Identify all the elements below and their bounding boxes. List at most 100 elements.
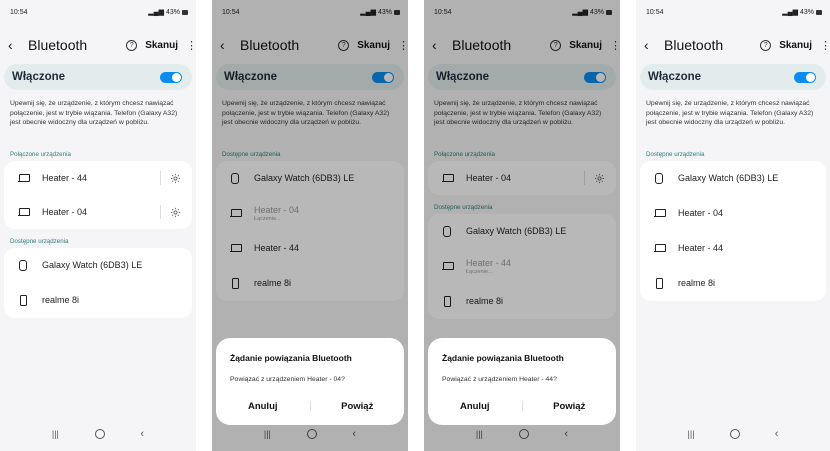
help-icon[interactable]: ? <box>760 39 772 51</box>
battery-icon <box>816 9 822 15</box>
device-row[interactable]: Heater - 04 Łączenie... <box>216 196 404 230</box>
toggle-label: Włączone <box>648 71 702 83</box>
dialog-title: Żądanie powiązania Bluetooth <box>442 353 564 363</box>
help-icon[interactable]: ? <box>338 39 350 51</box>
back-arrow-icon[interactable]: ‹ <box>8 37 22 53</box>
cancel-button[interactable]: Anuluj <box>216 401 310 412</box>
bluetooth-switch[interactable] <box>372 71 394 83</box>
page-title: Bluetooth <box>452 37 512 53</box>
battery-level: 43% <box>799 8 814 16</box>
pairing-request-dialog: Żądanie powiązania Bluetooth Powiązać z … <box>216 338 404 425</box>
device-name: Heater - 04 <box>254 204 300 215</box>
system-nav-bar: ||| ‹ <box>0 427 196 441</box>
dialog-message: Powiązać z urządzeniem Heater - 04? <box>230 376 345 383</box>
laptop-icon <box>652 241 666 255</box>
device-row[interactable]: Heater - 04 <box>4 195 192 229</box>
pairing-description: Upewnij się, że urządzenie, z którym chc… <box>10 100 178 127</box>
help-icon[interactable]: ? <box>126 39 138 51</box>
laptop-icon <box>16 205 30 219</box>
pair-button[interactable]: Powiąż <box>311 401 405 412</box>
device-name: realme 8i <box>466 296 504 306</box>
gear-icon[interactable] <box>168 205 182 219</box>
device-row[interactable]: realme 8i <box>640 266 826 300</box>
nav-back-icon[interactable]: ‹ <box>140 428 144 440</box>
gear-icon[interactable] <box>592 171 606 185</box>
nav-back-icon[interactable]: ‹ <box>775 428 779 440</box>
nav-back-icon[interactable]: ‹ <box>352 428 356 440</box>
recents-icon[interactable]: ||| <box>476 429 483 439</box>
dialog-buttons: Anuluj Powiąż <box>216 396 404 416</box>
device-row[interactable]: Heater - 04 <box>428 161 616 195</box>
status-bar: 10:54 ▂▄▆ 43% <box>222 6 400 18</box>
home-icon[interactable] <box>306 429 317 439</box>
laptop-icon <box>16 171 30 185</box>
scan-button[interactable]: Skanuj <box>145 40 178 51</box>
toggle-label: Włączone <box>436 71 490 83</box>
pair-button[interactable]: Powiąż <box>523 401 617 412</box>
bluetooth-switch[interactable] <box>794 71 816 83</box>
battery-level: 43% <box>589 8 604 16</box>
recents-icon[interactable]: ||| <box>688 429 695 439</box>
phone-icon <box>440 294 454 308</box>
status-time: 10:54 <box>434 8 452 16</box>
phone-icon <box>652 276 666 290</box>
device-name: Heater - 04 <box>466 173 512 183</box>
device-row[interactable]: Galaxy Watch (6DB3) LE <box>428 214 616 248</box>
help-icon[interactable]: ? <box>550 39 562 51</box>
status-icons: ▂▄▆ 43% <box>782 8 822 16</box>
toggle-label: Włączone <box>12 71 66 83</box>
bluetooth-toggle-row[interactable]: Włączone <box>4 64 192 90</box>
back-arrow-icon[interactable]: ‹ <box>644 37 658 53</box>
status-time: 10:54 <box>646 8 664 16</box>
more-options-icon[interactable]: ⋮ <box>610 39 620 52</box>
scan-button[interactable]: Skanuj <box>569 40 602 51</box>
battery-level: 43% <box>377 8 392 16</box>
bluetooth-switch[interactable] <box>160 71 182 83</box>
scan-button[interactable]: Skanuj <box>779 40 812 51</box>
page-title: Bluetooth <box>240 37 300 53</box>
home-icon[interactable] <box>94 429 105 439</box>
gear-icon[interactable] <box>168 171 182 185</box>
device-row[interactable]: Heater - 44 <box>216 231 404 265</box>
system-nav-bar: ||| ‹ <box>424 427 620 441</box>
battery-icon <box>606 9 612 15</box>
device-row[interactable]: realme 8i <box>428 284 616 318</box>
scan-button[interactable]: Skanuj <box>357 40 390 51</box>
available-devices-card: Galaxy Watch (6DB3) LE Heater - 04 Łącze… <box>216 161 404 301</box>
device-row[interactable]: Galaxy Watch (6DB3) LE <box>4 248 192 282</box>
signal-icon: ▂▄▆ <box>148 9 164 16</box>
laptop-icon <box>228 241 242 255</box>
nav-back-icon[interactable]: ‹ <box>564 428 568 440</box>
bluetooth-toggle-row[interactable]: Włączone <box>216 64 404 90</box>
more-options-icon[interactable]: ⋮ <box>820 39 830 52</box>
recents-icon[interactable]: ||| <box>52 429 59 439</box>
back-arrow-icon[interactable]: ‹ <box>220 37 234 53</box>
dialog-buttons: Anuluj Powiąż <box>428 396 616 416</box>
device-row[interactable]: Heater - 04 <box>640 196 826 230</box>
device-row[interactable]: Heater - 44 <box>4 161 192 195</box>
status-bar: 10:54 ▂▄▆ 43% <box>10 6 188 18</box>
back-arrow-icon[interactable]: ‹ <box>432 37 446 53</box>
bluetooth-toggle-row[interactable]: Włączone <box>428 64 616 90</box>
home-icon[interactable] <box>729 429 740 439</box>
status-icons: ▂▄▆ 43% <box>148 8 188 16</box>
divider <box>160 205 161 219</box>
device-row[interactable]: Heater - 44 Łączenie... <box>428 249 616 283</box>
device-name: Heater - 44 <box>42 173 88 183</box>
recents-icon[interactable]: ||| <box>264 429 271 439</box>
divider <box>584 171 585 185</box>
bluetooth-switch[interactable] <box>584 71 606 83</box>
device-row[interactable]: Galaxy Watch (6DB3) LE <box>216 161 404 195</box>
device-row[interactable]: realme 8i <box>4 283 192 317</box>
bluetooth-toggle-row[interactable]: Włączone <box>640 64 826 90</box>
home-icon[interactable] <box>518 429 529 439</box>
device-row[interactable]: Galaxy Watch (6DB3) LE <box>640 161 826 195</box>
signal-icon: ▂▄▆ <box>782 9 798 16</box>
more-options-icon[interactable]: ⋮ <box>398 39 408 52</box>
device-row[interactable]: Heater - 44 <box>640 231 826 265</box>
more-options-icon[interactable]: ⋮ <box>186 39 196 52</box>
device-row[interactable]: realme 8i <box>216 266 404 300</box>
laptop-icon <box>228 206 242 220</box>
system-nav-bar: ||| ‹ <box>636 427 830 441</box>
cancel-button[interactable]: Anuluj <box>428 401 522 412</box>
